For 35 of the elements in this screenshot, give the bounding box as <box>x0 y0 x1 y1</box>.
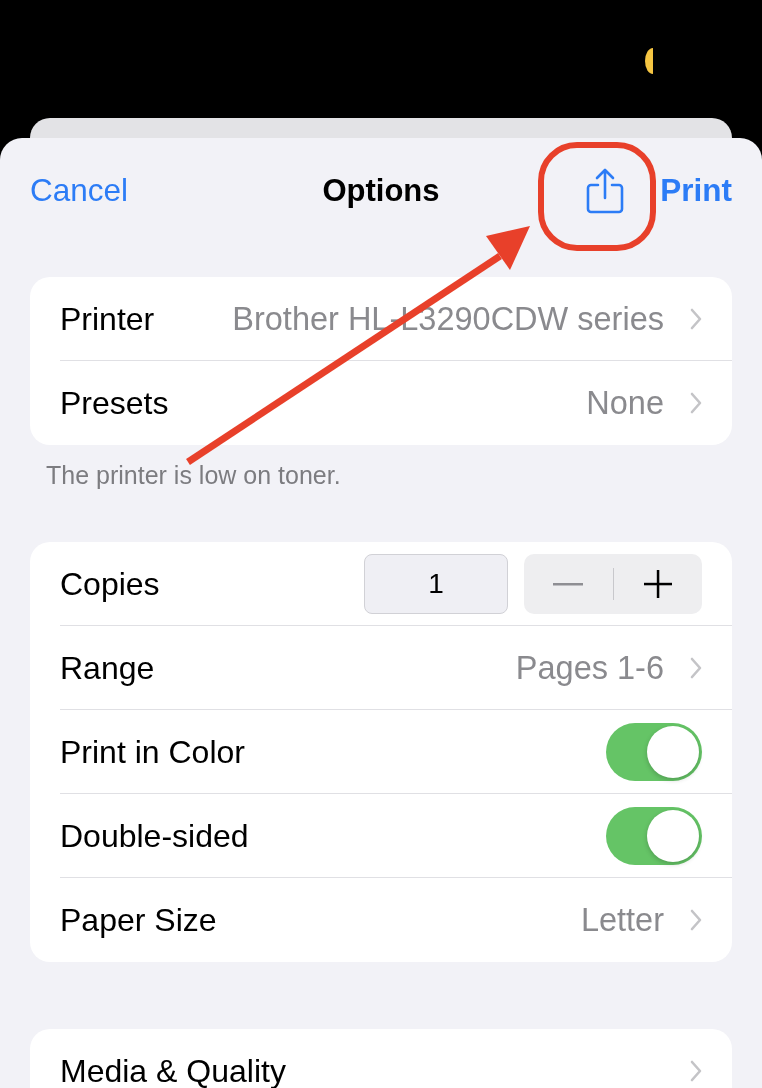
row-label: Copies <box>60 565 161 603</box>
footer-note: The printer is low on toner. <box>45 460 342 489</box>
settings-row[interactable]: Copies 1 <box>30 542 732 626</box>
row-label: Double-sided <box>60 817 250 855</box>
toggle-switch[interactable] <box>606 723 702 781</box>
row-label: Range <box>60 649 156 687</box>
settings-row[interactable]: Print in Color <box>30 710 732 794</box>
row-label: Presets <box>60 384 170 422</box>
minus-icon <box>553 582 584 586</box>
row-value: Pages 1-6 <box>515 649 664 687</box>
toggle-switch[interactable] <box>606 807 702 865</box>
share-icon <box>586 167 625 214</box>
row-label: Printer <box>60 300 156 338</box>
settings-row[interactable]: Range Pages 1-6 <box>30 626 732 710</box>
share-button[interactable] <box>586 167 625 214</box>
row-label: Media & Quality <box>60 1052 287 1088</box>
row-value: None <box>586 384 664 422</box>
chevron-icon <box>690 392 702 414</box>
plus-icon <box>643 570 672 598</box>
copies-field[interactable]: 1 <box>364 554 508 614</box>
settings-row[interactable]: Media & Quality <box>30 1029 732 1088</box>
chevron-icon <box>690 308 702 330</box>
settings-row[interactable]: Double-sided <box>30 794 732 878</box>
chevron-icon <box>690 657 702 679</box>
row-label: Print in Color <box>60 733 246 771</box>
print-button[interactable]: Print <box>660 172 732 209</box>
row-label: Paper Size <box>60 901 218 939</box>
sheet-title: Options <box>322 172 440 208</box>
settings-row[interactable]: Presets None <box>30 361 732 445</box>
chevron-icon <box>690 909 702 931</box>
settings-row[interactable]: Paper Size Letter <box>30 878 732 962</box>
chevron-icon <box>690 1060 702 1082</box>
row-value: Letter <box>580 901 664 939</box>
indicator-icon <box>643 48 653 74</box>
cancel-button[interactable]: Cancel <box>30 172 129 209</box>
